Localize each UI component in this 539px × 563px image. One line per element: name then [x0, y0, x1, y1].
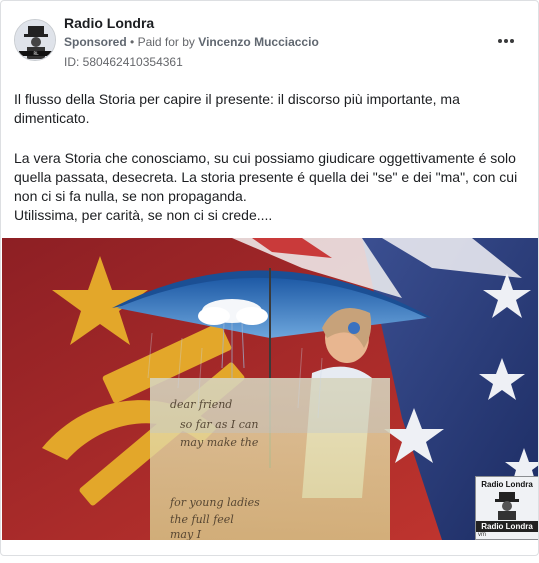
girl-hair-bow	[348, 322, 360, 334]
radio-londra-watermark: Radio Londra Radio Londra vm	[475, 476, 538, 540]
radio-londra-logo-icon	[495, 492, 519, 520]
radio-londra-logo-icon: RL	[15, 20, 55, 60]
post-body: Il flusso della Storia per capire il pre…	[14, 90, 529, 225]
payer-name: Vincenzo Mucciaccio	[198, 35, 319, 49]
letter-line-2: so far as I can	[180, 418, 259, 431]
sponsored-label: Sponsored	[64, 35, 127, 49]
letter-line-1: dear friend	[170, 398, 232, 411]
page-avatar[interactable]: RL	[14, 19, 56, 61]
more-options-button[interactable]	[494, 31, 518, 51]
letter-line-4: for young ladies	[169, 496, 260, 509]
ad-library-id: ID: 580462410354361	[64, 55, 183, 69]
collage-artwork: dear friend so far as I can may make the…	[2, 238, 538, 540]
letter-line-5: the full feel	[170, 513, 234, 526]
post-image[interactable]: dear friend so far as I can may make the…	[2, 238, 538, 540]
post-paragraph-3: Utilissima, per carità, se non ci si cre…	[14, 207, 273, 223]
post-paragraph-1: Il flusso della Storia per capire il pre…	[14, 91, 460, 126]
watermark-title: Radio Londra	[481, 480, 533, 489]
watermark-name: Radio Londra	[476, 521, 538, 532]
paid-for-label: Paid for by	[137, 35, 195, 49]
page-name[interactable]: Radio Londra	[64, 15, 154, 31]
more-horizontal-icon-dot	[510, 39, 514, 43]
letter-line-3: may make the	[180, 436, 259, 449]
watermark-foot: vm	[478, 532, 486, 538]
ad-post-card: RL Radio Londra Sponsored • Paid for by …	[0, 0, 539, 556]
sponsored-meta: Sponsored • Paid for by Vincenzo Mucciac…	[64, 35, 319, 49]
meta-separator: •	[130, 35, 135, 49]
more-horizontal-icon-dot	[504, 39, 508, 43]
letter-line-6: may I	[170, 528, 202, 540]
svg-text:RL: RL	[33, 51, 39, 56]
post-paragraph-2: La vera Storia che conosciamo, su cui po…	[14, 150, 518, 204]
more-horizontal-icon	[498, 39, 502, 43]
